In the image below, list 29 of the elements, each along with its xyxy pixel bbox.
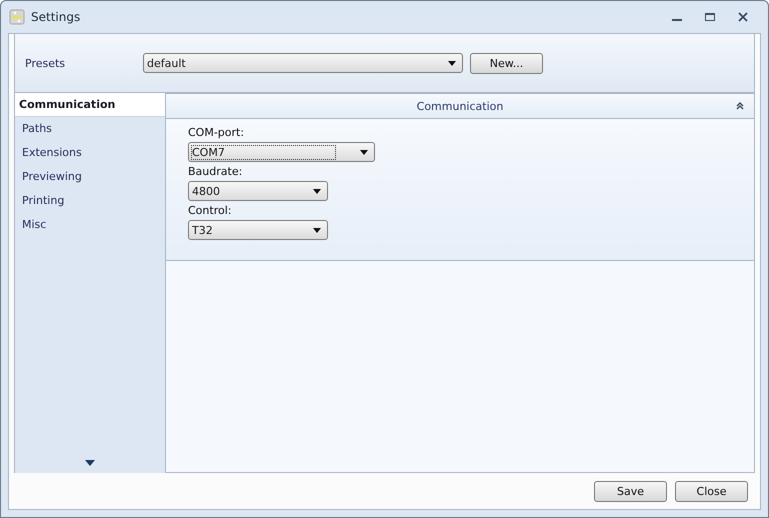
footer-button[interactable]: Close	[675, 480, 748, 502]
field-label: Control:	[188, 204, 232, 217]
sidebar-item[interactable]: Previewing	[15, 165, 165, 189]
sidebar-item[interactable]: Paths	[15, 117, 165, 141]
maximize-icon[interactable]	[705, 12, 715, 22]
scroll-down-icon[interactable]	[85, 460, 95, 466]
dropdown[interactable]: 4800	[188, 181, 328, 201]
section-header[interactable]: Communication	[166, 93, 754, 119]
new-button[interactable]: New...	[470, 52, 543, 74]
sidebar-item[interactable]: Extensions	[15, 141, 165, 165]
sidebar-item[interactable]: Printing	[15, 189, 165, 213]
caret-icon	[313, 188, 321, 194]
section-title: Communication	[416, 100, 504, 112]
dropdown[interactable]: COM7	[188, 142, 375, 162]
sidebar-item[interactable]: Communication	[15, 93, 165, 117]
caret-icon	[313, 228, 321, 232]
collapse-icon[interactable]	[736, 102, 744, 110]
close-icon[interactable]	[738, 12, 748, 22]
sidebar-item[interactable]: Misc	[15, 213, 165, 237]
field-label: COM-port:	[188, 126, 244, 139]
footer-button[interactable]: Save	[594, 480, 667, 502]
dropdown[interactable]: T32	[188, 220, 328, 240]
presets-label: Presets	[25, 56, 66, 70]
field-label: Baudrate:	[188, 165, 242, 178]
app-icon	[9, 9, 25, 25]
window-title: Settings	[31, 10, 80, 24]
caret-icon	[448, 60, 456, 66]
presets-dropdown[interactable]: default	[143, 53, 463, 73]
caret-icon	[360, 150, 368, 154]
